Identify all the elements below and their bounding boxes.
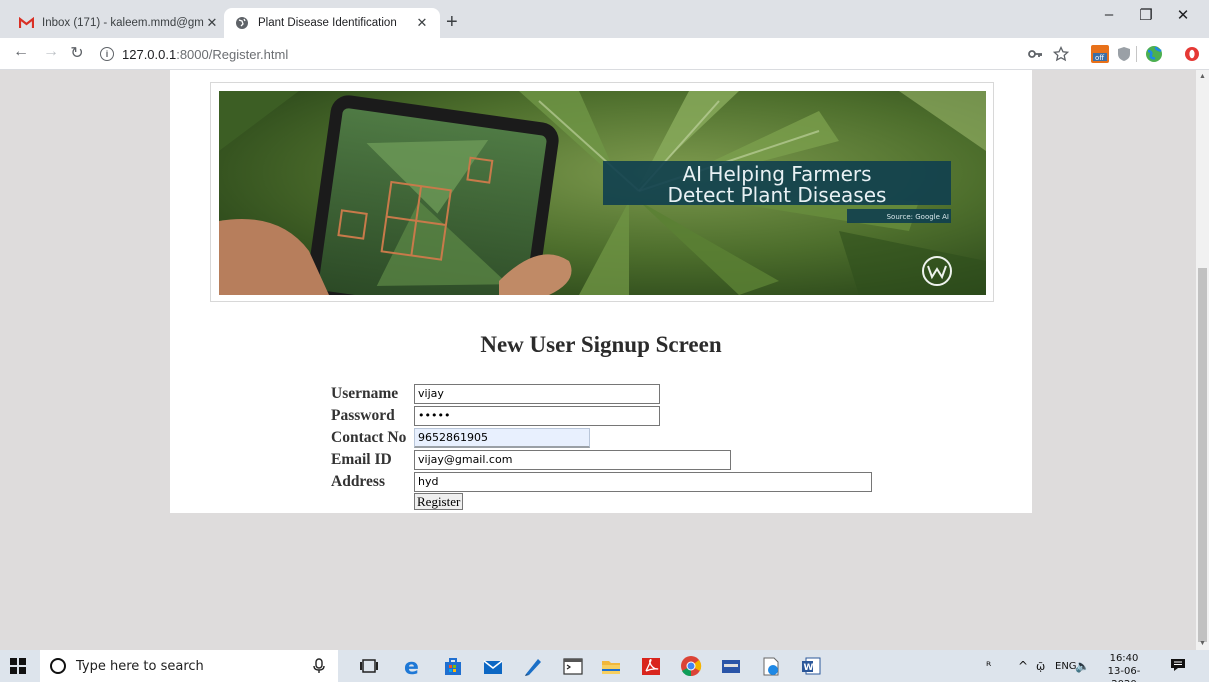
- tab-title: Inbox (171) - kaleem.mmd@gma: [42, 17, 204, 29]
- notification-icon[interactable]: [1170, 658, 1186, 672]
- taskbar-search-box[interactable]: Type here to search: [40, 650, 338, 682]
- svg-text:W: W: [804, 663, 814, 673]
- scroll-down-icon[interactable]: ▼: [1199, 640, 1206, 647]
- extension-globe-icon[interactable]: [1145, 45, 1163, 63]
- banner-image: AI Helping Farmers Detect Plant Diseases…: [219, 91, 986, 295]
- password-input[interactable]: •••••: [414, 406, 660, 426]
- tab-gmail[interactable]: Inbox (171) - kaleem.mmd@gma ✕: [8, 8, 230, 38]
- key-icon[interactable]: [1027, 46, 1043, 62]
- close-tab-icon[interactable]: ✕: [204, 15, 220, 31]
- remote-desktop-icon[interactable]: [720, 656, 742, 676]
- network-icon[interactable]: ῷ: [1036, 650, 1045, 682]
- url-host: 127.0.0.1: [122, 46, 177, 62]
- password-label: Password: [331, 407, 395, 424]
- toolbar-divider: [1136, 46, 1137, 62]
- page-title: New User Signup Screen: [480, 332, 722, 357]
- mail-icon[interactable]: [482, 656, 504, 676]
- cortana-icon: [50, 658, 66, 674]
- address-label: Address: [331, 473, 385, 490]
- windows-start-icon[interactable]: [10, 658, 26, 674]
- email-label: Email ID: [331, 451, 392, 468]
- acrobat-icon[interactable]: [640, 656, 662, 676]
- contact-row: Contact No 9652861905: [331, 427, 590, 449]
- edge-browser-icon[interactable]: e: [402, 656, 424, 676]
- clock-time: 16:40: [1109, 653, 1139, 664]
- pen-app-icon[interactable]: [522, 656, 544, 676]
- close-tab-icon[interactable]: ✕: [414, 15, 430, 31]
- page-viewport: AI Helping Farmers Detect Plant Diseases…: [0, 70, 1196, 650]
- contact-input[interactable]: 9652861905: [414, 428, 590, 448]
- vertical-scrollbar[interactable]: ▲ ▼: [1196, 70, 1209, 650]
- banner-line2: Detect Plant Diseases: [668, 183, 887, 207]
- address-input[interactable]: hyd: [414, 472, 872, 492]
- globe-icon: [234, 15, 250, 31]
- restore-icon[interactable]: ❐: [1131, 6, 1161, 24]
- page-container: AI Helping Farmers Detect Plant Diseases…: [170, 70, 1032, 513]
- tab-strip: Inbox (171) - kaleem.mmd@gma ✕ Plant Dis…: [0, 0, 1209, 38]
- word-icon[interactable]: W: [800, 656, 822, 676]
- browser-toolbar: ← → ↻ i 127.0.0.1:8000/Register.html off: [0, 38, 1209, 70]
- clock-date: 13-06-2020: [1107, 666, 1141, 682]
- back-icon[interactable]: ←: [10, 43, 32, 61]
- forward-icon[interactable]: →: [40, 43, 62, 61]
- star-icon[interactable]: [1053, 46, 1069, 62]
- gmail-icon: [18, 15, 34, 31]
- address-row: Address hyd: [331, 471, 872, 493]
- minimize-icon[interactable]: –: [1094, 6, 1124, 23]
- close-window-icon[interactable]: ✕: [1168, 6, 1198, 24]
- reload-icon[interactable]: ↻: [66, 43, 88, 63]
- shield-icon[interactable]: [1116, 46, 1132, 62]
- taskbar-clock[interactable]: 16:40 13-06-2020: [1098, 652, 1150, 682]
- url-path: :8000/Register.html: [176, 46, 289, 62]
- windows-taskbar: Type here to search e W ᴿ ^ ῷ ENG 🔈 16:4…: [0, 650, 1209, 682]
- scroll-up-icon[interactable]: ▲: [1199, 73, 1206, 80]
- opera-icon[interactable]: [1184, 46, 1200, 62]
- chrome-icon[interactable]: [680, 655, 702, 677]
- scrollbar-thumb[interactable]: [1198, 268, 1207, 642]
- register-button[interactable]: Register: [414, 493, 464, 510]
- volume-icon[interactable]: 🔈: [1075, 650, 1090, 682]
- username-row: Username vijay: [331, 383, 660, 405]
- contact-label: Contact No: [331, 429, 407, 446]
- terminal-icon[interactable]: [562, 656, 584, 676]
- new-tab-button[interactable]: +: [446, 12, 458, 32]
- address-bar[interactable]: i 127.0.0.1:8000/Register.html: [100, 42, 1040, 66]
- extension-off-icon[interactable]: off: [1090, 44, 1110, 64]
- password-row: Password •••••: [331, 405, 660, 427]
- taskbar-search-placeholder: Type here to search: [76, 658, 204, 674]
- show-hidden-icons[interactable]: ^: [1018, 650, 1028, 682]
- tab-plant-disease[interactable]: Plant Disease Identification ✕: [224, 8, 440, 38]
- svg-text:off: off: [1095, 54, 1104, 62]
- banner-frame: AI Helping Farmers Detect Plant Diseases…: [210, 82, 994, 302]
- username-label: Username: [331, 385, 399, 402]
- task-view-icon[interactable]: [358, 656, 380, 676]
- info-icon[interactable]: i: [100, 47, 114, 61]
- email-row: Email ID vijay@gmail.com: [331, 449, 731, 471]
- file-explorer-icon[interactable]: [600, 656, 622, 676]
- svg-text:e: e: [404, 656, 419, 676]
- document-app-icon[interactable]: [760, 656, 782, 676]
- store-icon[interactable]: [442, 656, 464, 676]
- tab-title: Plant Disease Identification: [258, 17, 397, 29]
- email-input[interactable]: vijay@gmail.com: [414, 450, 731, 470]
- people-icon[interactable]: ᴿ: [986, 650, 991, 682]
- microphone-icon[interactable]: [312, 658, 326, 674]
- banner-source: Source: Google AI: [887, 213, 949, 221]
- input-language-icon[interactable]: ENG: [1055, 650, 1077, 682]
- username-input[interactable]: vijay: [414, 384, 660, 404]
